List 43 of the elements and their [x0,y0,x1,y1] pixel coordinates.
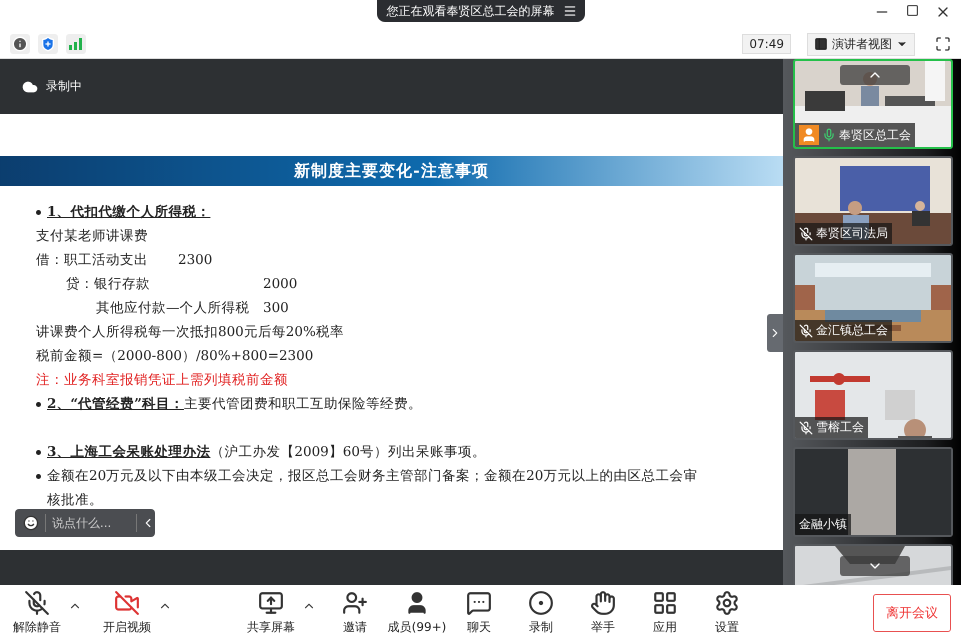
video-tile[interactable]: 奉贤区总工会 [793,59,953,149]
toolbar-button[interactable]: 聊天 [448,590,510,636]
video-tile[interactable]: 雪榕工会 [793,350,953,440]
entry-amount: 300 [263,299,290,318]
toolbar-button[interactable]: 举手 [572,590,634,636]
video-tile[interactable]: 奉贤区司法局 [793,156,953,246]
leave-meeting-button[interactable]: 离开会议 [873,594,951,632]
participant-name: 金融小镇 [799,516,847,533]
participant-name: 奉贤区司法局 [816,225,888,242]
slide-text: 讲课费个人所得税每一次抵扣800元后每20%税率 [36,323,344,342]
slide-text: 税前金额=（2000-800）/80%+800=2300 [36,347,314,366]
bullet-text: 主要代管团费和职工互助保险等经费。 [184,396,422,412]
participant-name: 金汇镇总工会 [816,322,888,339]
participant-name: 雪榕工会 [816,419,864,436]
meeting-timer: 07:49 [742,34,791,54]
slide-title: 新制度主要变化-注意事项 [294,160,489,182]
toolbar-button[interactable]: 应用 [634,590,696,636]
toolbar-button[interactable]: 开启视频 [96,590,158,636]
entry-label: 其他应付款—个人所得税 [96,299,250,318]
participant-name: 奉贤区总工会 [839,126,911,144]
bullet-text: （沪工办发【2009】60号）列出呆账事项。 [210,444,486,460]
bullet-heading: 1、代扣代缴个人所得税： [47,204,210,220]
slide-text: 支付某老师讲课费 [36,227,148,246]
entry-label: 借：职工活动支出 [36,251,149,270]
toolbar-button[interactable]: 共享屏幕 [240,590,302,636]
toolbar-button[interactable]: 设置 [696,590,758,636]
video-tile[interactable]: 金融小镇 [793,447,953,537]
toolbar-button[interactable]: 录制 [510,590,572,636]
entry-label: 贷：银行存款 [66,275,151,294]
bullet-text: 金额在20万元及以下由本级工会决定，报区总工会财务主管部门备案；金额在20万元以上的由区总工会审核批准。 [47,468,698,508]
banner-text: 您正在观看奉贤区总工会的屏幕 [386,2,554,20]
video-tile[interactable]: 金汇镇总工会 [793,253,953,343]
chat-input[interactable]: 说点什么... [44,514,137,532]
toolbar-button[interactable]: 成员(99+) [386,590,448,636]
entry-amount: 2300 [178,251,214,270]
bullet-heading: 2、“代管经费”科目： [47,396,184,412]
view-button[interactable]: 演讲者视图 [807,32,915,56]
toolbar-button[interactable]: 解除静音 [6,590,68,636]
toolbar-button[interactable]: 邀请 [324,590,386,636]
bullet-heading: 3、上海工会呆账处理办法 [47,444,210,460]
note-text: 注：业务科室报销凭证上需列填税前金额 [36,371,288,390]
recording-label: 录制中 [46,78,82,95]
entry-amount: 2000 [263,275,298,294]
